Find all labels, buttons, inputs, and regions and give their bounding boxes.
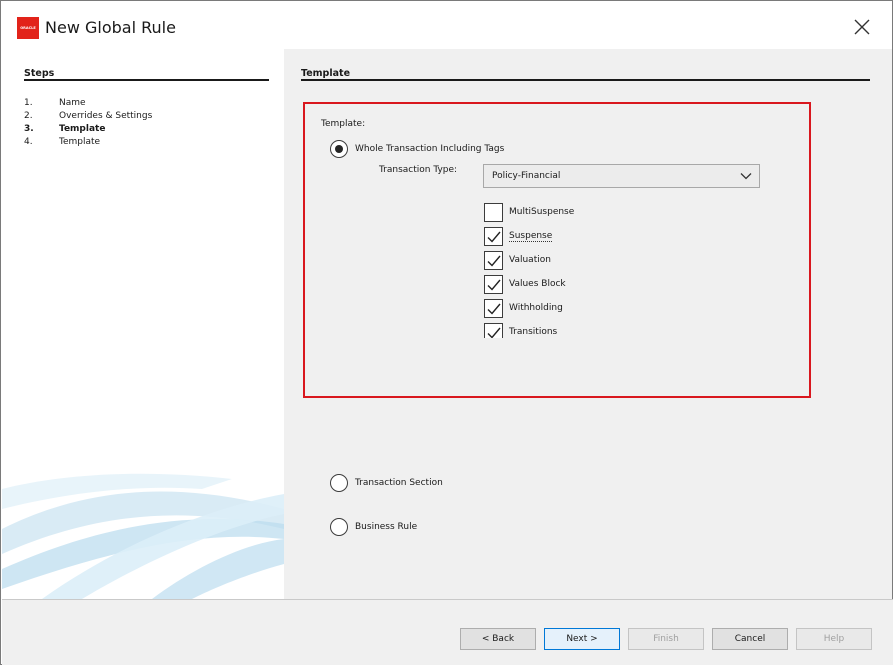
template-label: Template:: [321, 119, 366, 129]
radio-whole-transaction[interactable]: Whole Transaction Including Tags: [330, 140, 504, 158]
template-divider: [301, 79, 870, 81]
radio-business-rule-label: Business Rule: [355, 522, 418, 532]
checkbox-transitions[interactable]: Transitions: [484, 320, 574, 338]
radio-transaction-section-label: Transaction Section: [355, 478, 443, 488]
step-label: Template: [59, 137, 101, 147]
checkmark-icon: [487, 303, 501, 315]
dialog-title: New Global Rule: [45, 18, 176, 37]
checkbox-label: Values Block: [509, 279, 566, 289]
step-number: 2.: [24, 111, 33, 121]
cancel-button[interactable]: Cancel: [712, 628, 788, 650]
radio-selected-icon: [330, 140, 348, 158]
checkmark-icon: [487, 255, 501, 267]
checkbox-box: [484, 202, 503, 222]
help-button[interactable]: Help: [796, 628, 872, 650]
step-label: Overrides & Settings: [59, 111, 153, 121]
checkbox-label: MultiSuspense: [509, 207, 575, 217]
step-item-template: 4. Template: [24, 136, 152, 149]
transaction-type-select[interactable]: Policy-Financial: [483, 164, 760, 188]
radio-whole-transaction-label: Whole Transaction Including Tags: [355, 144, 505, 154]
checkbox-withholding[interactable]: Withholding: [484, 296, 574, 320]
finish-button[interactable]: Finish: [628, 628, 704, 650]
steps-pane: Steps 1. Name 2. Overrides & Settings 3. Te…: [2, 49, 284, 599]
checkbox-label: Withholding: [509, 303, 563, 313]
radio-unselected-icon: [330, 474, 348, 492]
radio-transaction-section[interactable]: Transaction Section: [330, 474, 443, 492]
checkbox-suspense[interactable]: Suspense: [484, 224, 574, 248]
step-number: 4.: [24, 137, 33, 147]
checkbox-box: [484, 250, 503, 270]
step-number: 1.: [24, 98, 33, 108]
transaction-type-value: Policy-Financial: [492, 171, 561, 181]
checkbox-multisuspense[interactable]: MultiSuspense: [484, 200, 574, 224]
radio-business-rule[interactable]: Business Rule: [330, 518, 417, 536]
back-button[interactable]: < Back: [460, 628, 536, 650]
decorative-swoosh-graphic: [2, 473, 284, 599]
checkbox-label: Valuation: [509, 255, 551, 265]
checkbox-valuation[interactable]: Valuation: [484, 248, 574, 272]
checkbox-box: [484, 298, 503, 318]
close-button[interactable]: [851, 16, 873, 38]
template-section-header: Template: [301, 68, 351, 79]
checkbox-box: [484, 226, 503, 246]
checkmark-icon: [487, 231, 501, 243]
checkmark-icon: [487, 327, 501, 338]
checkbox-box: [484, 322, 503, 338]
oracle-logo-icon: ORACLE: [17, 17, 39, 39]
new-global-rule-dialog: ORACLE New Global Rule Steps 1. Name 2. Ov…: [0, 0, 893, 665]
checkmark-icon: [487, 279, 501, 291]
checkbox-box: [484, 274, 503, 294]
tag-checkbox-list: MultiSuspense Suspense Valuation Values …: [484, 200, 574, 338]
step-item-template-current: 3. Template: [24, 123, 152, 136]
checkbox-label: Transitions: [509, 327, 558, 337]
steps-header: Steps: [24, 68, 55, 79]
step-number: 3.: [24, 124, 34, 134]
close-icon: [854, 19, 870, 35]
step-item-name: 1. Name: [24, 97, 152, 110]
step-label: Template: [59, 124, 106, 134]
title-bar: ORACLE New Global Rule: [1, 1, 892, 49]
dialog-footer: < Back Next > Finish Cancel Help: [2, 599, 893, 665]
next-button[interactable]: Next >: [544, 628, 620, 650]
steps-divider: [24, 79, 269, 81]
template-pane: Template Template: Whole Transaction Inc…: [284, 49, 892, 599]
radio-unselected-icon: [330, 518, 348, 536]
chevron-down-icon: [740, 173, 752, 180]
steps-list: 1. Name 2. Overrides & Settings 3. Template…: [24, 97, 152, 149]
step-item-overrides: 2. Overrides & Settings: [24, 110, 152, 123]
transaction-type-label: Transaction Type:: [379, 165, 458, 175]
logo-text: ORACLE: [20, 26, 36, 30]
step-label: Name: [59, 98, 86, 108]
checkbox-label: Suspense: [509, 230, 553, 242]
checkbox-values-block[interactable]: Values Block: [484, 272, 574, 296]
